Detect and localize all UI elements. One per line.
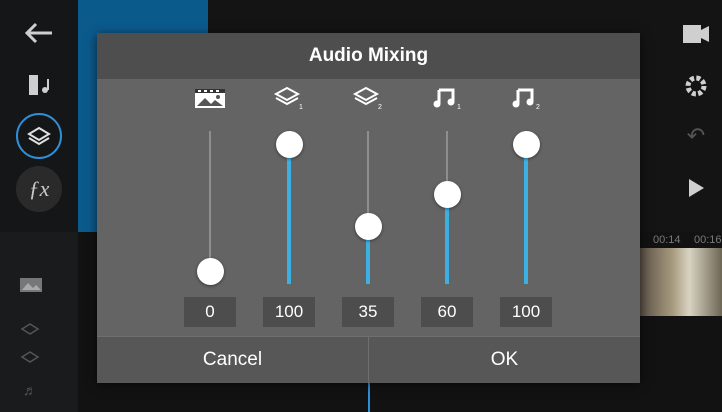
channel-value-video[interactable]: 0: [184, 297, 236, 327]
slider-fill-music-1: [445, 194, 449, 284]
svg-text:2: 2: [378, 104, 382, 111]
left-toolbar: ƒx: [0, 0, 78, 232]
layer-icon[interactable]: [16, 113, 62, 159]
video-track-icon: [14, 270, 48, 298]
play-icon[interactable]: [678, 170, 714, 206]
media-clip-icon[interactable]: [16, 62, 62, 108]
layer-1-icon: 1: [269, 83, 309, 113]
back-arrow-icon[interactable]: [16, 10, 62, 56]
export-icon[interactable]: [678, 16, 714, 52]
layer-2-icon: 2: [348, 83, 388, 113]
video-clip-thumbnail[interactable]: [640, 248, 722, 316]
svg-text:1: 1: [457, 104, 461, 111]
right-toolbar: ↶: [640, 0, 722, 232]
svg-text:1: 1: [299, 104, 303, 111]
music-2-icon: 2: [506, 83, 546, 113]
track-headers: ♬: [0, 232, 78, 412]
gear-icon[interactable]: [678, 68, 714, 104]
slider-fill-layer-1: [287, 144, 291, 284]
video-clip-icon: [190, 83, 230, 113]
channel-value-music-1[interactable]: 60: [421, 297, 473, 327]
slider-knob-video[interactable]: [196, 257, 224, 285]
slider-knob-music-2[interactable]: [512, 130, 540, 158]
channel-value-layer-2[interactable]: 35: [342, 297, 394, 327]
audio-mixing-dialog: Audio Mixing 1 2 1 2 0 100 35 60 100 Can…: [97, 33, 640, 383]
slider-knob-layer-1[interactable]: [275, 130, 303, 158]
ruler-time: 00:16: [694, 234, 722, 246]
slider-fill-music-2: [524, 144, 528, 284]
svg-text:2: 2: [536, 104, 540, 111]
layer-track-icon: [16, 348, 44, 368]
undo-icon[interactable]: ↶: [678, 118, 714, 154]
music-1-icon: 1: [427, 83, 467, 113]
audio-track-icon: ♬: [23, 382, 37, 398]
dialog-button-bar: Cancel OK: [97, 336, 640, 383]
layer-track-icon: [16, 320, 44, 340]
ok-button[interactable]: OK: [369, 337, 640, 383]
channel-value-layer-1[interactable]: 100: [263, 297, 315, 327]
slider-knob-music-1[interactable]: [433, 181, 461, 209]
dialog-title: Audio Mixing: [97, 33, 640, 79]
fx-icon[interactable]: ƒx: [16, 166, 62, 212]
slider-knob-layer-2[interactable]: [354, 213, 382, 241]
channel-value-music-2[interactable]: 100: [500, 297, 552, 327]
cancel-button[interactable]: Cancel: [97, 337, 368, 383]
ruler-time: 00:14: [653, 234, 681, 246]
